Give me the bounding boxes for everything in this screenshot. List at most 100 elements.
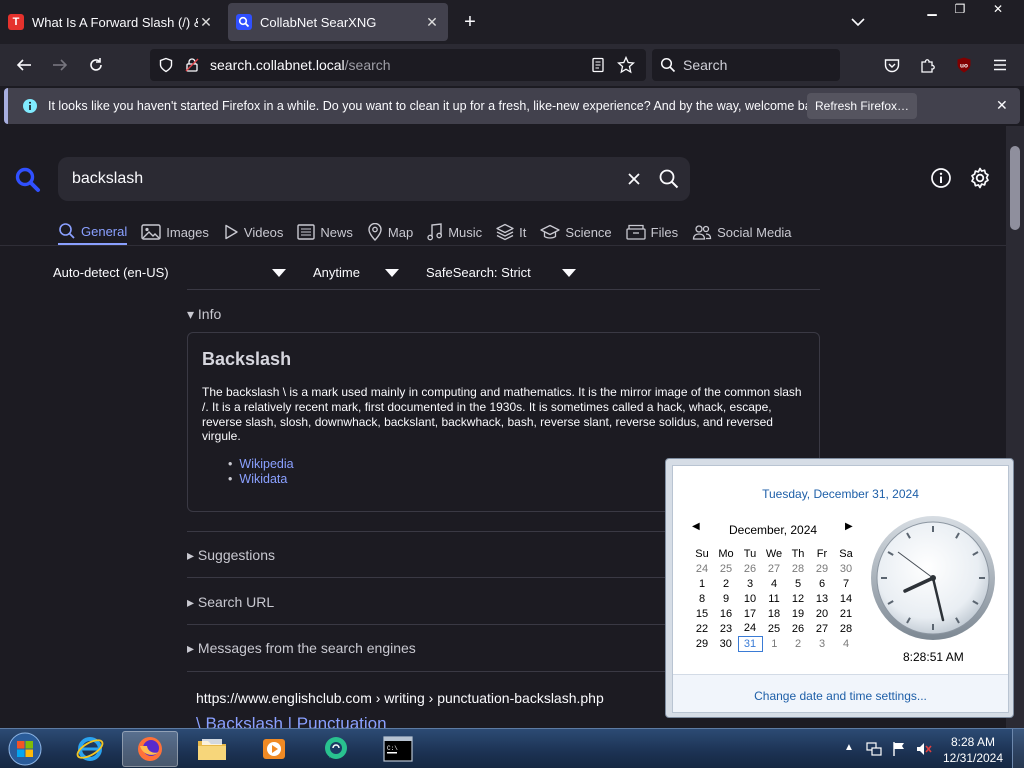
result-url[interactable]: https://www.englishclub.com › writing › … [196,690,604,706]
command-prompt-icon[interactable]: C:\ [370,731,426,767]
engine-messages-section-toggle[interactable]: ▸ Messages from the search engines [187,640,416,657]
change-date-time-settings-link[interactable]: Change date and time settings... [673,689,1008,703]
reader-view-icon[interactable] [586,53,610,77]
calendar-day[interactable]: 10 [738,591,762,606]
calendar-day[interactable]: 2 [786,636,810,651]
tab-searxng[interactable]: CollabNet SearXNG ✕ [228,3,448,41]
show-hidden-icons-arrow-icon[interactable]: ▲ [844,742,860,758]
calendar-day[interactable]: 6 [810,576,834,591]
calendar-day[interactable]: 8 [690,591,714,606]
volume-muted-icon[interactable] [916,741,932,757]
internet-explorer-icon[interactable] [62,731,118,767]
calendar-day[interactable]: 22 [690,621,714,636]
tab-map[interactable]: Map [367,219,413,245]
time-dropdown-caret-icon[interactable] [385,268,399,278]
back-button[interactable] [12,53,36,77]
calendar-day[interactable]: 28 [834,621,858,636]
tab-social-media[interactable]: Social Media [692,219,792,245]
media-player-icon[interactable] [246,731,302,767]
action-center-flag-icon[interactable] [891,741,907,757]
calendar-day[interactable]: 4 [762,576,786,591]
search-query-input[interactable]: backslash [58,157,690,201]
new-tab-button[interactable]: + [459,10,481,34]
tab-music[interactable]: Music [427,219,482,245]
calendar-day[interactable]: 30 [714,636,738,651]
network-icon[interactable] [866,741,882,757]
calendar-day-today[interactable]: 31 [737,635,763,652]
calendar-day[interactable]: 17 [738,606,762,621]
ublock-origin-icon[interactable]: uo [952,53,976,77]
calendar-day[interactable]: 19 [786,606,810,621]
calendar-day[interactable]: 24 [690,561,714,576]
refresh-firefox-button[interactable]: Refresh Firefox… [807,93,917,119]
suggestions-section-toggle[interactable]: ▸ Suggestions [187,547,275,564]
forward-button[interactable] [48,53,72,77]
file-explorer-folder-icon[interactable] [184,731,240,767]
list-all-tabs-chevron-icon[interactable] [848,12,868,32]
calendar-day[interactable]: 29 [810,561,834,576]
close-window-button[interactable]: ✕ [974,0,1022,18]
insecure-lock-icon[interactable] [180,53,204,77]
tab-general[interactable]: General [58,219,128,245]
previous-month-arrow-icon[interactable]: ◀ [692,521,700,532]
calendar-day[interactable]: 4 [834,636,858,651]
url-text[interactable]: search.collabnet.local/search [210,57,391,73]
calendar-day[interactable]: 25 [714,561,738,576]
calendar-day[interactable]: 27 [762,561,786,576]
tab-forward-slash[interactable]: T What Is A Forward Slash (/) & H ✕ [0,3,222,41]
wikidata-link[interactable]: Wikidata [228,472,294,487]
tab-files[interactable]: Files [626,219,678,245]
calendar-day[interactable]: 11 [762,591,786,606]
menu-hamburger-icon[interactable] [988,53,1012,77]
next-month-arrow-icon[interactable]: ▶ [845,521,853,532]
safesearch-dropdown-caret-icon[interactable] [562,268,576,278]
calendar-day[interactable]: 29 [690,636,714,651]
calendar-month-title[interactable]: December, 2024 [729,523,817,537]
bookmark-star-icon[interactable] [614,53,638,77]
calendar-day[interactable]: 7 [834,576,858,591]
reload-button[interactable] [84,53,108,77]
safesearch-select[interactable]: SafeSearch: Strict [426,265,531,280]
close-notification-icon[interactable]: ✕ [996,97,1008,114]
start-button-windows-logo-icon[interactable] [6,731,44,767]
extensions-puzzle-icon[interactable] [916,53,940,77]
address-bar[interactable]: search.collabnet.local/search [150,49,646,81]
calendar-day[interactable]: 1 [762,636,786,651]
language-select[interactable]: Auto-detect (en-US) [53,265,169,280]
calendar-day[interactable]: 28 [786,561,810,576]
language-dropdown-caret-icon[interactable] [272,268,286,278]
result-title-link[interactable]: \ Backslash | Punctuation [196,714,387,728]
clear-search-icon[interactable] [624,169,644,189]
calendar-day[interactable]: 16 [714,606,738,621]
calendar-day[interactable]: 20 [810,606,834,621]
preferences-gear-icon[interactable] [968,166,992,190]
minimize-button[interactable]: ▁ [918,0,946,18]
calendar-day[interactable]: 2 [714,576,738,591]
restore-button[interactable]: ❐ [946,0,974,18]
close-tab-icon[interactable]: ✕ [424,14,440,31]
firefox-taskbar-icon[interactable] [122,731,178,767]
calendar-day[interactable]: 21 [834,606,858,621]
calendar-day[interactable]: 13 [810,591,834,606]
calendar-day[interactable]: 1 [690,576,714,591]
chat-app-icon[interactable] [308,731,364,767]
close-tab-icon[interactable]: ✕ [198,14,214,31]
scrollbar-thumb[interactable] [1010,146,1020,230]
calendar-day[interactable]: 26 [786,621,810,636]
calendar-day[interactable]: 15 [690,606,714,621]
calendar-day[interactable]: 27 [810,621,834,636]
submit-search-icon[interactable] [658,168,680,190]
calendar-day[interactable]: 5 [786,576,810,591]
web-search-box[interactable]: Search [652,49,840,81]
tab-it[interactable]: It [496,219,526,245]
calendar-day[interactable]: 24 [738,621,762,636]
tracking-shield-icon[interactable] [154,53,178,77]
pocket-icon[interactable] [880,53,904,77]
search-url-section-toggle[interactable]: ▸ Search URL [187,594,274,611]
tab-news[interactable]: News [297,219,353,245]
calendar-day[interactable]: 25 [762,621,786,636]
tab-videos[interactable]: Videos [223,219,283,245]
calendar-day[interactable]: 18 [762,606,786,621]
calendar-day[interactable]: 26 [738,561,762,576]
tab-images[interactable]: Images [141,219,209,245]
